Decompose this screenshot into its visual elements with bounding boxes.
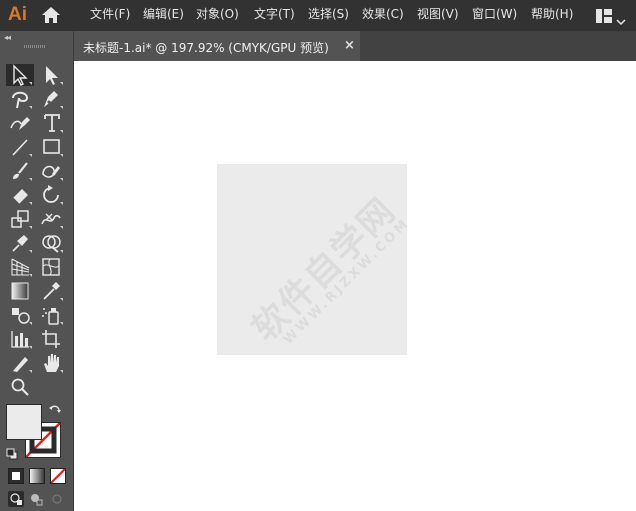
type-tool-icon[interactable] xyxy=(40,112,64,134)
workspace-switcher-icon[interactable] xyxy=(596,8,612,27)
menu-object[interactable]: 对象(O) xyxy=(196,7,239,21)
direct-selection-tool-icon[interactable] xyxy=(40,64,64,86)
menu-file[interactable]: 文件(F) xyxy=(90,7,130,21)
chevron-down-icon[interactable] xyxy=(616,11,626,30)
paintbrush-tool-icon[interactable] xyxy=(9,160,33,182)
color-mode-button[interactable] xyxy=(8,468,24,484)
curvature-tool-icon[interactable] xyxy=(9,112,33,134)
zoom-tool-icon[interactable] xyxy=(9,376,33,398)
pen-tool-icon[interactable] xyxy=(40,88,64,110)
panel-grip[interactable] xyxy=(24,45,46,48)
draw-normal-icon[interactable] xyxy=(8,491,24,507)
gradient-mode-button[interactable] xyxy=(29,468,45,484)
home-icon[interactable] xyxy=(41,6,61,28)
column-graph-tool-icon[interactable] xyxy=(9,328,33,350)
menu-view[interactable]: 视图(V) xyxy=(417,7,459,21)
selection-tool-icon[interactable] xyxy=(9,64,33,86)
shaper-tool-icon[interactable] xyxy=(40,160,64,182)
rectangle-tool-icon[interactable] xyxy=(40,136,64,158)
slice-tool-icon[interactable] xyxy=(9,352,33,374)
hand-tool-icon[interactable] xyxy=(40,352,64,374)
app-logo: Ai xyxy=(8,4,27,25)
artboard[interactable]: 软件自学网 WWW.RJZXW.COM xyxy=(217,164,407,355)
puppet-warp-tool-icon[interactable] xyxy=(9,232,33,254)
scale-tool-icon[interactable] xyxy=(9,208,33,230)
line-segment-tool-icon[interactable] xyxy=(9,136,33,158)
gradient-tool-icon[interactable] xyxy=(9,280,33,302)
none-mode-button[interactable] xyxy=(50,468,66,484)
mesh-tool-icon[interactable] xyxy=(40,256,64,278)
watermark-text: 软件自学网 xyxy=(244,190,405,350)
document-tab[interactable]: 未标题-1.ai* @ 197.92% (CMYK/GPU 预览) × xyxy=(74,31,360,61)
draw-inside-icon[interactable] xyxy=(49,491,65,511)
width-tool-icon[interactable] xyxy=(40,208,64,230)
blend-tool-icon[interactable] xyxy=(9,304,33,326)
document-tab-title: 未标题-1.ai* @ 197.92% (CMYK/GPU 预览) xyxy=(83,41,329,55)
menu-bar: Ai 文件(F) 编辑(E) 对象(O) 文字(T) 选择(S) 效果(C) 视… xyxy=(0,0,636,31)
magic-wand-tool-icon[interactable] xyxy=(9,88,33,110)
eyedropper-tool-icon[interactable] xyxy=(40,280,64,302)
default-fill-stroke-icon[interactable] xyxy=(6,445,18,464)
swap-fill-stroke-icon[interactable] xyxy=(48,403,62,422)
menu-help[interactable]: 帮助(H) xyxy=(531,7,573,21)
canvas[interactable]: 软件自学网 WWW.RJZXW.COM xyxy=(74,61,636,511)
fill-swatch[interactable] xyxy=(6,404,42,440)
close-icon[interactable]: × xyxy=(344,38,355,53)
artboard-tool-icon[interactable] xyxy=(40,328,64,350)
draw-behind-icon[interactable] xyxy=(28,491,44,511)
menu-edit[interactable]: 编辑(E) xyxy=(143,7,184,21)
eraser-tool-icon[interactable] xyxy=(9,184,33,206)
shape-builder-tool-icon[interactable] xyxy=(40,232,64,254)
menu-window[interactable]: 窗口(W) xyxy=(472,7,517,21)
symbol-sprayer-tool-icon[interactable] xyxy=(40,304,64,326)
rotate-tool-icon[interactable] xyxy=(40,184,64,206)
menu-effect[interactable]: 效果(C) xyxy=(362,7,404,21)
perspective-grid-tool-icon[interactable] xyxy=(9,256,33,278)
menu-type[interactable]: 文字(T) xyxy=(254,7,295,21)
menu-select[interactable]: 选择(S) xyxy=(308,7,349,21)
collapse-panel-icon[interactable]: ◂◂ xyxy=(4,33,11,42)
